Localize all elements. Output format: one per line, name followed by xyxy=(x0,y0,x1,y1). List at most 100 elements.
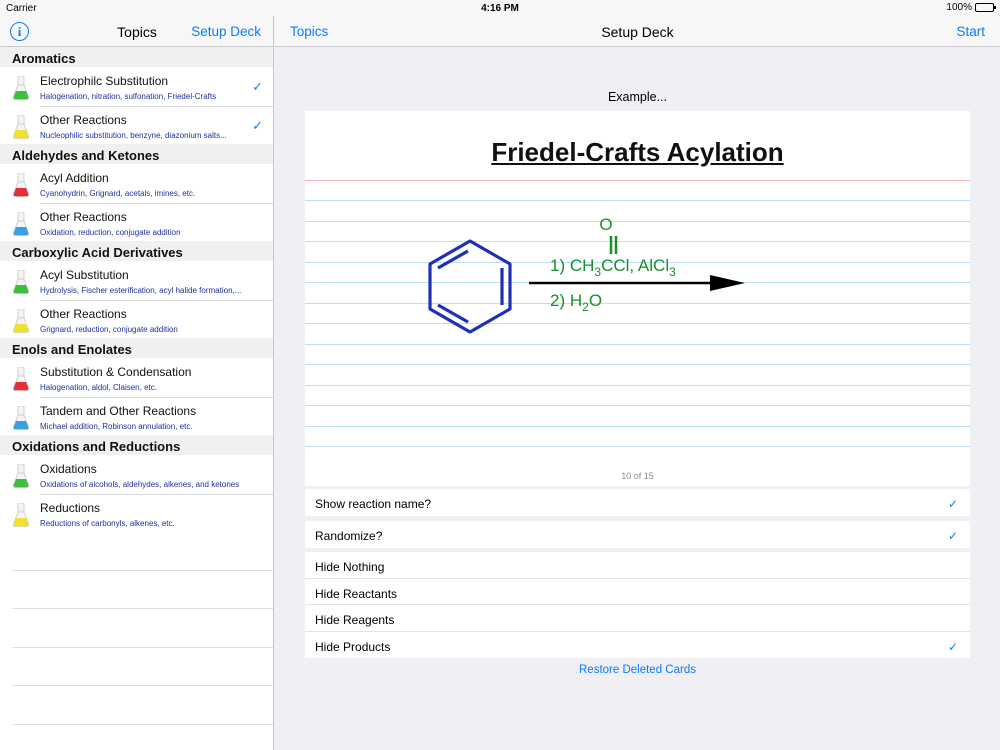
topic-subtitle: Hydrolysis, Fischer esterification, acyl… xyxy=(40,286,242,295)
setup-nav-bar: Topics Setup Deck Start xyxy=(275,16,1000,47)
option-row[interactable]: Hide Nothing xyxy=(305,552,970,579)
example-label: Example... xyxy=(607,90,668,104)
card-ruled-line xyxy=(305,200,970,201)
section-header: Aldehydes and Ketones xyxy=(0,144,273,164)
card-margin-line xyxy=(305,180,970,181)
section-header: Oxidations and Reductions xyxy=(0,435,273,455)
empty-row xyxy=(0,725,273,750)
randomize-group: Randomize? ✓ xyxy=(305,521,970,548)
restore-deleted-cards-button[interactable]: Restore Deleted Cards xyxy=(275,664,1000,676)
reagent-2: 2) H2O xyxy=(550,291,602,314)
topic-row[interactable]: Electrophilc Substitution Halogenation, n… xyxy=(0,67,273,107)
topic-row[interactable]: Oxidations Oxidations of alcohols, aldehy… xyxy=(0,455,273,495)
option-row[interactable]: Hide Products ✓ xyxy=(305,632,970,659)
topic-title: Other Reactions xyxy=(40,209,127,224)
flask-icon xyxy=(12,366,30,391)
flask-icon xyxy=(12,502,30,527)
empty-row xyxy=(0,609,273,648)
card-ruled-line xyxy=(305,425,970,427)
topic-subtitle: Reductions of carbonyls, alkenes, etc. xyxy=(40,518,175,528)
flask-icon xyxy=(12,172,30,197)
topic-subtitle: Grignard, reduction, conjugate addition xyxy=(40,324,178,334)
empty-row xyxy=(0,686,273,725)
card-ruled-line xyxy=(305,405,970,406)
setup-deck-button[interactable]: Setup Deck xyxy=(191,24,261,39)
reaction-scheme: O 1) CH3CCl, AlCl3 2) H2O xyxy=(428,215,745,334)
topic-row[interactable]: Acyl Substitution Hydrolysis, Fischer est… xyxy=(0,261,273,301)
flask-icon xyxy=(12,269,30,294)
option-row[interactable]: Show reaction name? ✓ xyxy=(305,489,970,516)
option-label: Hide Nothing xyxy=(315,560,385,574)
reaction-name: Friedel-Crafts Acylation xyxy=(491,137,784,167)
topic-subtitle: Halogenation, nitration, sulfonation, Fr… xyxy=(40,92,217,101)
option-row[interactable]: Randomize? ✓ xyxy=(305,521,970,548)
setup-deck-panel: Topics Setup Deck Start Example... Fried… xyxy=(275,16,1000,750)
checkmark-icon: ✓ xyxy=(947,639,958,654)
topics-list: Aromatics Electrophilc Substitution Haloge… xyxy=(0,47,273,750)
topic-subtitle: Michael addition, Robinson annulation, e… xyxy=(40,421,193,431)
topic-title: Oxidations xyxy=(40,462,97,476)
flask-icon xyxy=(12,211,30,236)
topic-subtitle: Halogenation, aldol, Claisen, etc. xyxy=(40,383,157,392)
start-button[interactable]: Start xyxy=(956,24,985,39)
option-row[interactable]: Hide Reactants xyxy=(305,579,970,606)
topics-panel: i Topics Setup Deck Aromatics Electrophil… xyxy=(0,16,274,750)
topic-subtitle: Cyanohydrin, Grignard, acetals, imines, … xyxy=(40,189,196,198)
checkmark-icon: ✓ xyxy=(252,117,263,133)
section-header: Enols and Enolates xyxy=(0,338,273,358)
carbonyl-group: O xyxy=(599,215,618,254)
battery-indicator: 100% xyxy=(946,2,996,13)
card-ruled-line xyxy=(305,384,970,386)
checkmark-icon: ✓ xyxy=(252,79,263,94)
topic-title: Acyl Addition xyxy=(40,171,109,185)
clock: 4:16 PM xyxy=(481,3,519,14)
topic-row[interactable]: Acyl Addition Cyanohydrin, Grignard, acet… xyxy=(0,164,273,204)
topic-title: Electrophilc Substitution xyxy=(40,74,169,88)
flask-icon xyxy=(12,405,30,430)
status-bar: Carrier 4:16 PM 100% xyxy=(0,0,1000,16)
battery-percent: 100% xyxy=(946,2,972,13)
topic-subtitle: Oxidations of alcohols, aldehydes, alken… xyxy=(40,480,240,489)
topic-row[interactable]: Substitution & Condensation Halogenation,… xyxy=(0,358,273,398)
section-header: Aromatics xyxy=(0,47,273,67)
carbonyl-oxygen: O xyxy=(599,215,612,234)
option-label: Randomize? xyxy=(315,529,383,543)
empty-row xyxy=(0,532,273,571)
show-name-group: Show reaction name? ✓ xyxy=(305,489,970,516)
topic-title: Other Reactions xyxy=(40,306,127,321)
flask-icon xyxy=(12,308,30,333)
topic-title: Acyl Substitution xyxy=(40,268,129,282)
topic-row[interactable]: Tandem and Other Reactions Michael additi… xyxy=(0,397,273,436)
card-counter: 10 of 15 xyxy=(621,471,654,481)
topic-row[interactable]: Other Reactions Grignard, reduction, conj… xyxy=(0,300,273,339)
section-header: Carboxylic Acid Derivatives xyxy=(0,241,273,261)
flask-icon xyxy=(12,75,30,100)
setup-deck-title: Setup Deck xyxy=(601,24,674,40)
battery-icon xyxy=(975,3,996,12)
empty-row xyxy=(0,648,273,687)
flask-icon xyxy=(12,114,30,139)
topic-title: Reductions xyxy=(40,500,101,515)
card-ruled-line xyxy=(305,364,970,365)
option-label: Hide Products xyxy=(315,639,391,654)
topics-nav-bar: i Topics Setup Deck xyxy=(0,16,273,47)
empty-row xyxy=(0,571,273,610)
checkmark-icon: ✓ xyxy=(947,497,958,511)
reaction-arrow xyxy=(529,275,745,291)
topic-row[interactable]: Other Reactions Nucleophilic substitution… xyxy=(0,106,273,145)
hide-options-group: Hide Nothing Hide Reactants Hide Reagents H… xyxy=(305,552,970,658)
option-label: Show reaction name? xyxy=(315,497,432,511)
benzene-ring xyxy=(428,239,512,334)
topic-title: Substitution & Condensation xyxy=(40,365,192,379)
checkmark-icon: ✓ xyxy=(947,529,958,543)
flask-icon xyxy=(12,463,30,488)
topic-subtitle: Oxidation, reduction, conjugate addition xyxy=(40,227,181,237)
option-label: Hide Reagents xyxy=(315,613,395,627)
reagent-1: 1) CH3CCl, AlCl3 xyxy=(550,256,676,279)
card-ruled-line xyxy=(305,446,970,447)
topic-row[interactable]: Other Reactions Oxidation, reduction, con… xyxy=(0,203,273,242)
option-row[interactable]: Hide Reagents xyxy=(305,605,970,632)
option-label: Hide Reactants xyxy=(315,586,398,601)
topic-row[interactable]: Reductions Reductions of carbonyls, alken… xyxy=(0,494,273,533)
example-flashcard[interactable]: Friedel-Crafts Acylation O 1) CH3CCl, Al… xyxy=(305,111,970,486)
